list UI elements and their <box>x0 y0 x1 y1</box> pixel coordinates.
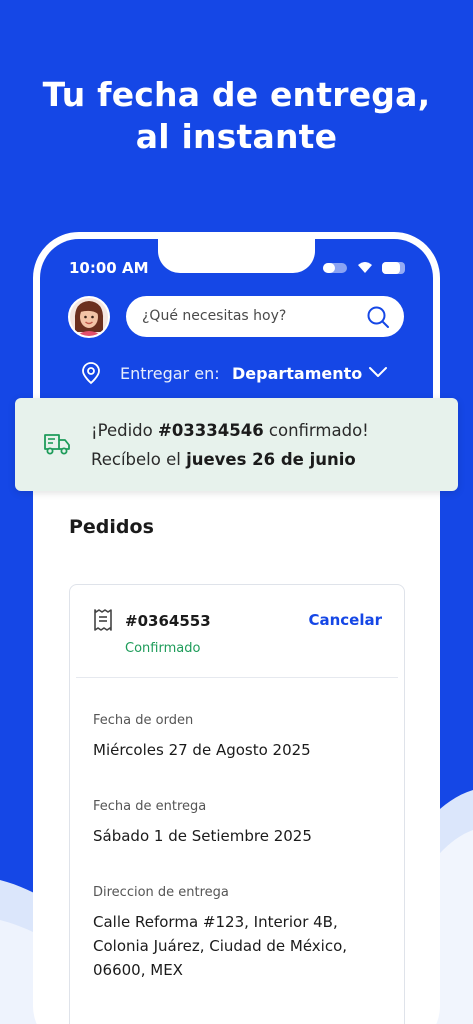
headline-line-1: Tu fecha de entrega, <box>42 75 431 114</box>
order-status: Confirmado <box>125 641 201 656</box>
toast-suffix: confirmado! <box>263 421 369 440</box>
toast-prefix: ¡Pedido <box>91 421 158 440</box>
battery-icon <box>382 262 405 274</box>
toast-order-number: #03334546 <box>158 421 264 440</box>
search-icon[interactable] <box>366 305 390 329</box>
address-line-3: 06600, MEX <box>93 961 183 979</box>
delivery-truck-icon <box>44 434 70 455</box>
search-input[interactable]: ¿Qué necesitas hoy? <box>126 296 404 337</box>
avatar-icon <box>70 298 108 336</box>
search-placeholder: ¿Qué necesitas hoy? <box>142 308 287 324</box>
address-line-2: Colonia Juárez, Ciudad de México, <box>93 937 348 955</box>
order-card[interactable]: #0364553 Confirmado Cancelar Fecha de or… <box>69 584 405 1024</box>
signal-icon <box>323 263 347 273</box>
toast-line-2: Recíbelo el jueves 26 de junio <box>91 450 356 469</box>
card-divider <box>76 677 398 678</box>
cancel-order-button[interactable]: Cancelar <box>308 611 382 629</box>
address-line-1: Calle Reforma #123, Interior 4B, <box>93 913 338 931</box>
address-label: Direccion de entrega <box>93 885 229 900</box>
phone-notch <box>158 239 315 273</box>
wifi-icon <box>358 262 372 273</box>
headline: Tu fecha de entrega, al instante <box>0 74 473 158</box>
deliver-label: Entregar en: <box>120 364 220 383</box>
delivery-date-label: Fecha de entrega <box>93 799 207 814</box>
phone-frame: 10:00 AM ¿Qué necesitas hoy? Entregar en… <box>33 232 440 1024</box>
status-time: 10:00 AM <box>69 259 149 277</box>
avatar[interactable] <box>68 296 110 338</box>
receipt-icon <box>94 609 112 631</box>
order-date-label: Fecha de orden <box>93 713 194 728</box>
orders-title: Pedidos <box>69 516 154 538</box>
order-number: #0364553 <box>125 612 211 630</box>
order-date-value: Miércoles 27 de Agosto 2025 <box>93 741 311 759</box>
app-header: 10:00 AM ¿Qué necesitas hoy? Entregar en… <box>40 239 433 409</box>
deliver-value: Departamento <box>232 364 363 383</box>
delivery-location-selector[interactable]: Entregar en: Departamento <box>80 361 400 385</box>
delivery-date-value: Sábado 1 de Setiembre 2025 <box>93 827 312 845</box>
toast-line-1: ¡Pedido #03334546 confirmado! <box>91 421 369 440</box>
location-pin-icon <box>82 362 100 385</box>
order-confirmed-toast[interactable]: ¡Pedido #03334546 confirmado! Recíbelo e… <box>15 398 458 491</box>
headline-line-2: al instante <box>135 117 338 156</box>
toast-delivery-day: jueves 26 de junio <box>186 450 356 469</box>
toast-line2-prefix: Recíbelo el <box>91 450 187 469</box>
chevron-down-icon <box>369 367 387 377</box>
